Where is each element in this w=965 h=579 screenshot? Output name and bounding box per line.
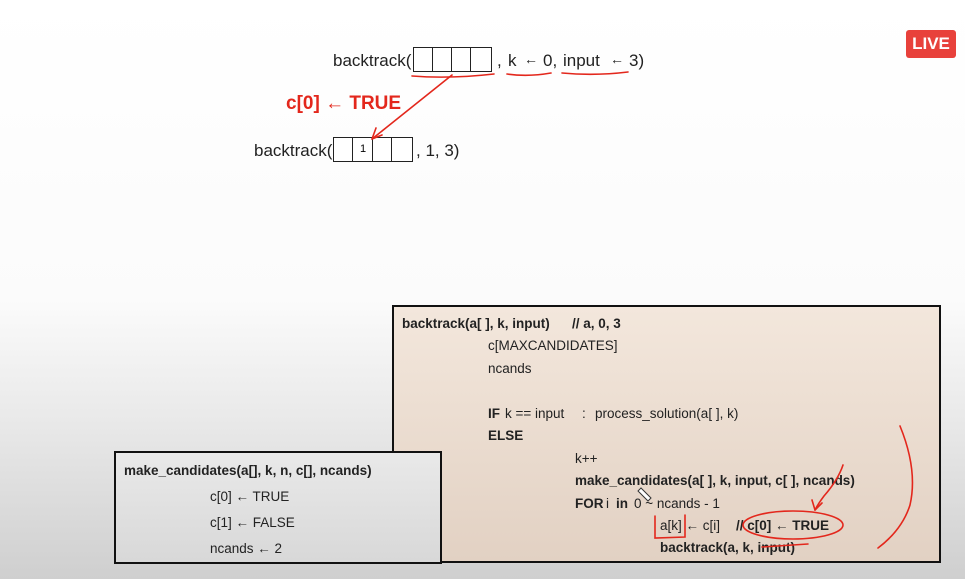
- pen-cursor-icon: [637, 487, 652, 502]
- branch-arrow: [371, 74, 453, 140]
- recurse-underline: [761, 543, 809, 548]
- array-underline: [411, 73, 495, 78]
- handwritten-annotations: [371, 71, 914, 549]
- pointer-arrow: [814, 464, 844, 511]
- input-underline: [561, 71, 629, 76]
- k-underline: [506, 72, 552, 77]
- c0-ellipse: [742, 510, 844, 540]
- scribble-curve: [877, 425, 914, 549]
- ak-bracket: [654, 514, 686, 539]
